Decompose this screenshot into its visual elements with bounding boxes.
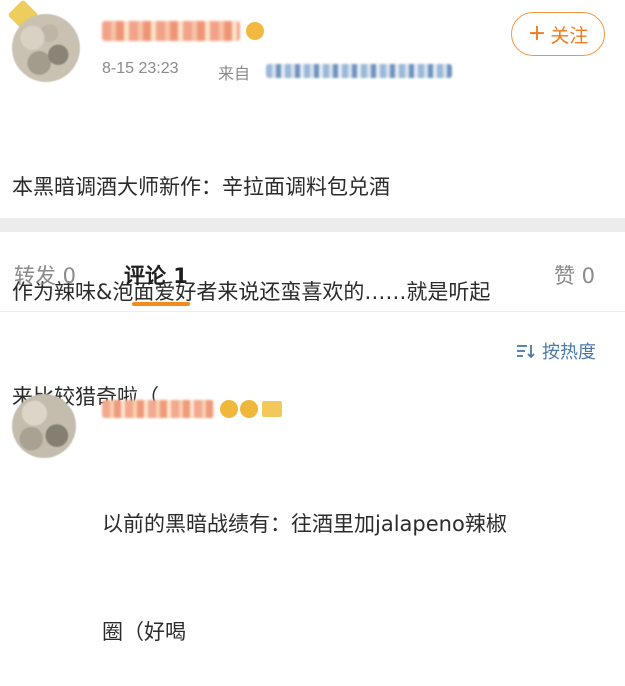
poster-name[interactable] (102, 21, 240, 41)
post-body: 本黑暗调酒大师新作：辛拉面调料包兑酒 作为辣味&泡面爱好者来说还蛮喜欢的……就是… (12, 100, 612, 450)
follow-button[interactable]: + 关注 (511, 12, 605, 56)
post-text-line: 作为辣味&泡面爱好者来说还蛮喜欢的……就是听起 (12, 280, 491, 304)
follow-label: 关注 (550, 24, 589, 47)
commenter-level-icon (262, 401, 282, 417)
sort-lines-icon (516, 343, 536, 359)
tab-repost[interactable]: 转发 0 (14, 260, 76, 290)
post-timestamp: 8-15 23:23 (102, 60, 179, 77)
source-prefix: 来自 (218, 66, 251, 83)
sort-by-hot-button[interactable]: 按热度 (516, 338, 596, 364)
post-text-line: 本黑暗调酒大师新作：辛拉面调料包兑酒 (12, 175, 390, 199)
active-tab-indicator (132, 302, 190, 306)
poster-avatar[interactable] (12, 14, 80, 82)
comment-text-line: 圈（好喝 (102, 620, 186, 644)
post-source[interactable] (266, 64, 452, 78)
comment-body: 以前的黑暗战绩有：往酒里加jalapeno辣椒 圈（好喝 (102, 434, 617, 686)
commenter-badge-icon (240, 400, 258, 418)
tab-like[interactable]: 赞 0 (554, 260, 595, 290)
commenter-name[interactable] (102, 400, 214, 418)
comment-text-line: 以前的黑暗战绩有：往酒里加jalapeno辣椒 (102, 512, 507, 536)
commenter-avatar[interactable] (12, 394, 76, 458)
section-divider (0, 218, 625, 232)
tabs-bottom-line (0, 311, 625, 312)
vip-badge-icon (246, 22, 264, 40)
commenter-badge-icon (220, 400, 238, 418)
tab-comment[interactable]: 评论 1 (124, 260, 188, 290)
plus-icon: + (527, 21, 547, 46)
sort-label: 按热度 (542, 342, 596, 363)
